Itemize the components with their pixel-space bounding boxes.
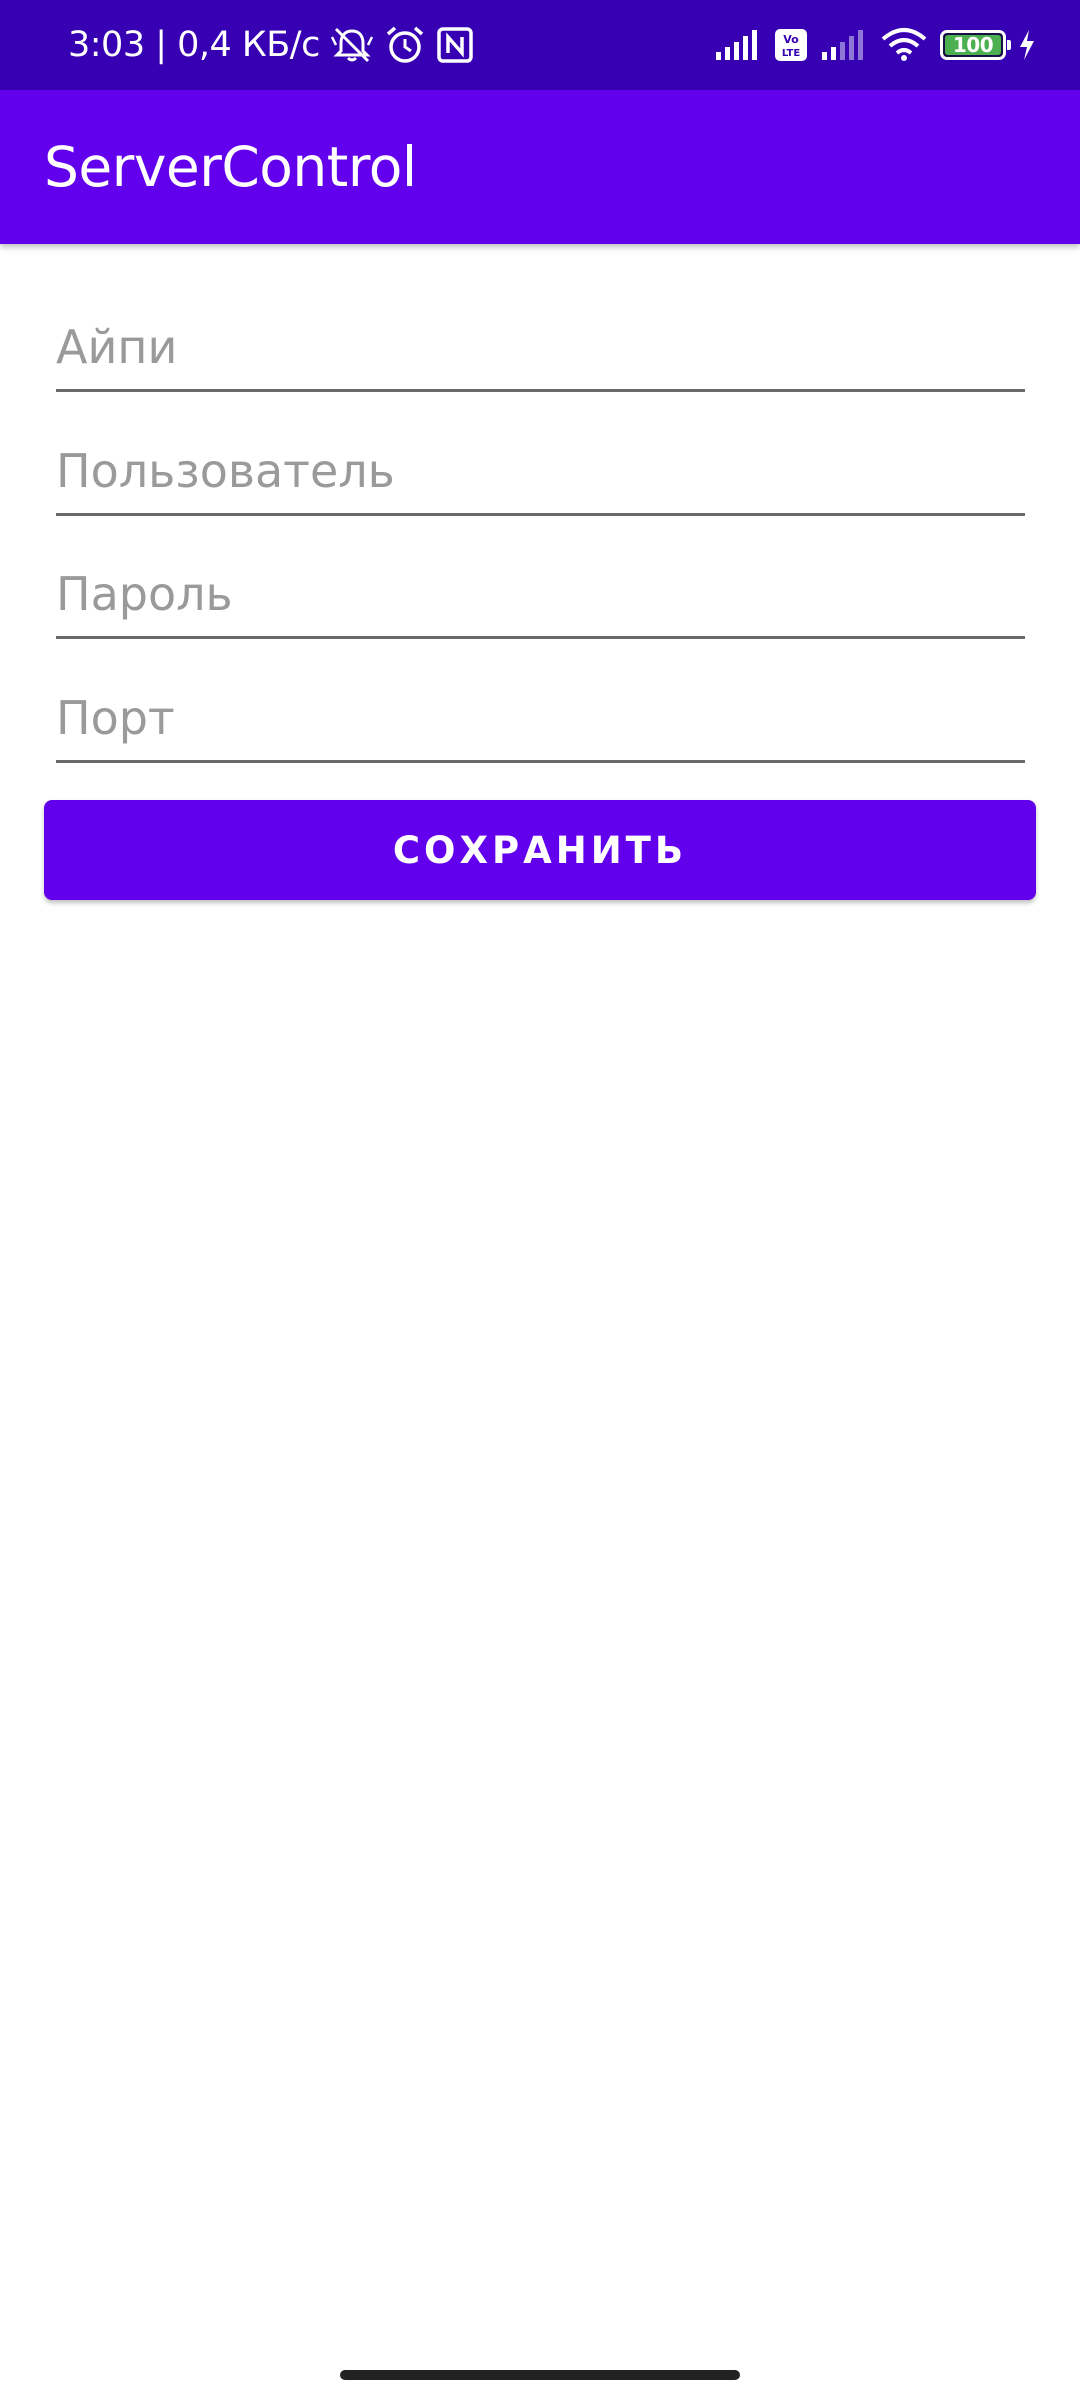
bell-muted-icon [330, 25, 374, 65]
charging-icon [1018, 29, 1036, 61]
alarm-icon [384, 25, 426, 65]
status-right: Vo LTE 100 [714, 0, 1036, 90]
port-field[interactable] [56, 683, 1025, 763]
app-title: ServerControl [44, 135, 417, 199]
status-left: 3:03 | 0,4 КБ/с [68, 0, 474, 90]
battery-level: 100 [952, 33, 994, 57]
status-bar: 3:03 | 0,4 КБ/с Vo LTE 100 [0, 0, 1080, 90]
save-button[interactable]: СОХРАНИТЬ [44, 800, 1036, 900]
svg-text:LTE: LTE [782, 48, 801, 59]
svg-text:Vo: Vo [783, 33, 799, 46]
nfc-icon [436, 26, 474, 64]
user-field[interactable] [56, 436, 1025, 516]
wifi-icon [880, 27, 928, 63]
volte-icon: Vo LTE [774, 28, 808, 62]
app-bar: ServerControl [0, 90, 1080, 244]
ip-field[interactable] [56, 312, 1025, 392]
password-field[interactable] [56, 559, 1025, 639]
gesture-bar[interactable] [340, 2370, 740, 2380]
status-time-speed: 3:03 | 0,4 КБ/с [68, 25, 320, 65]
battery-icon: 100 [940, 30, 1011, 60]
signal-icon [714, 28, 762, 62]
signal-icon-2 [820, 28, 868, 62]
